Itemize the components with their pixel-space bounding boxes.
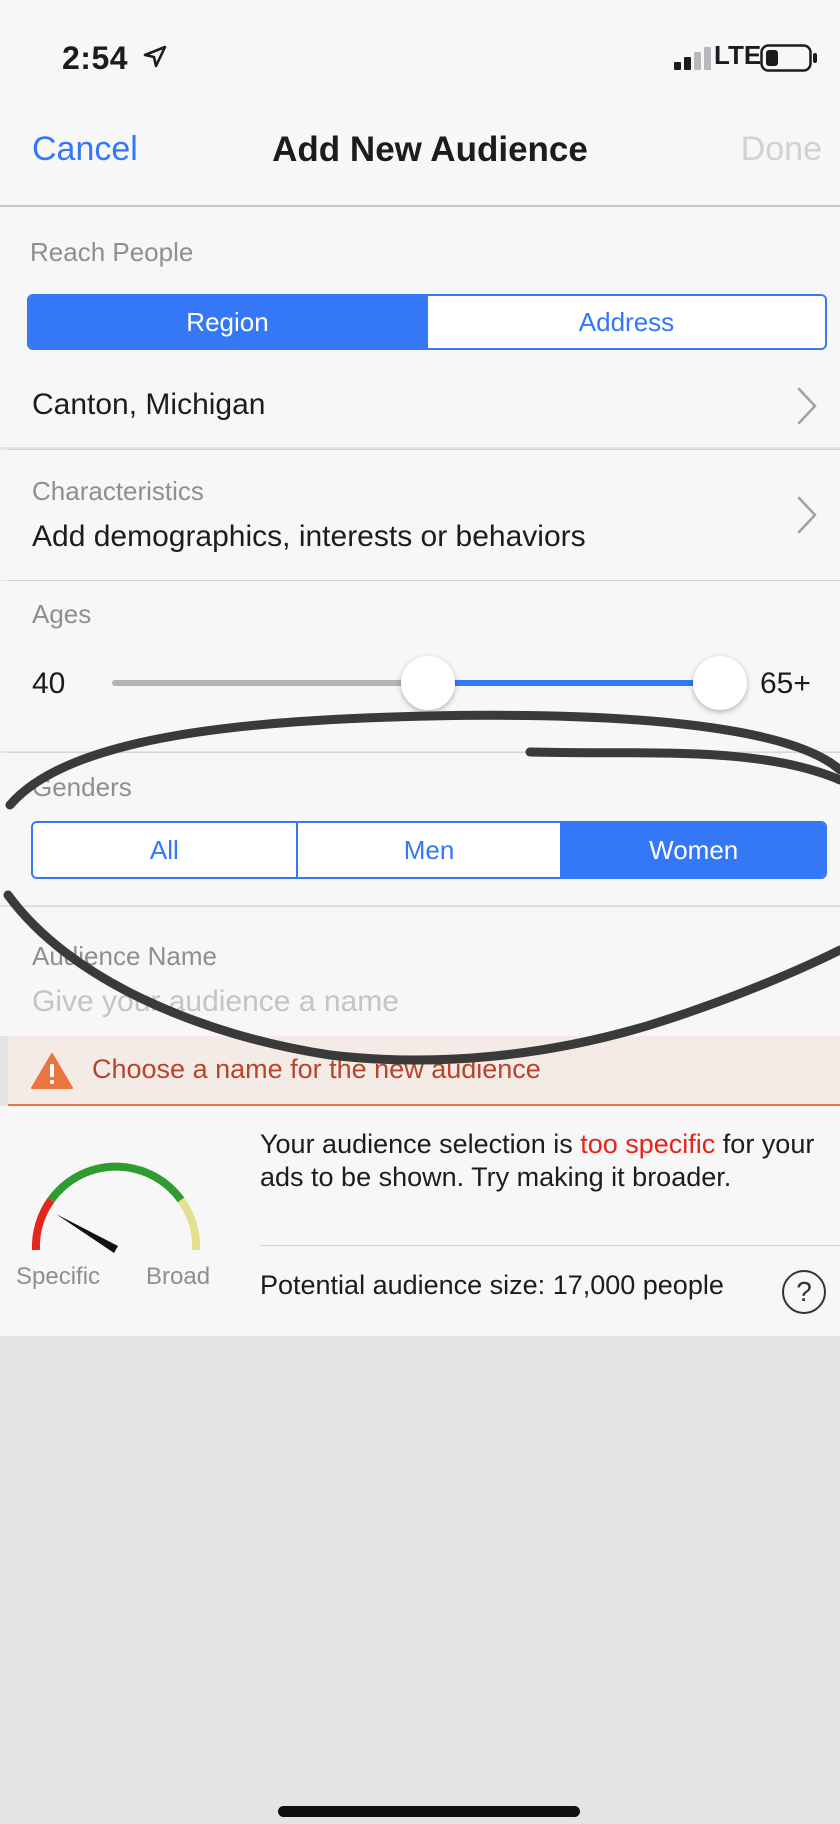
reach-segmented-control: Region Address bbox=[27, 294, 827, 350]
chevron-right-icon[interactable] bbox=[796, 386, 818, 426]
characteristics-value: Add demographics, interests or behaviors bbox=[32, 520, 586, 553]
gauge-broad-label: Broad bbox=[146, 1263, 211, 1290]
audience-name-input[interactable]: Give your audience a name bbox=[32, 985, 399, 1019]
reach-label: Reach People bbox=[30, 237, 194, 267]
characteristics-row[interactable]: Characteristics Add demographics, intere… bbox=[0, 450, 840, 580]
genders-section: Genders All Men Women bbox=[0, 753, 840, 905]
page-title: Add New Audience bbox=[272, 130, 588, 169]
help-icon[interactable]: ? bbox=[782, 1270, 826, 1314]
characteristics-label: Characteristics bbox=[32, 476, 204, 506]
slider-range[interactable] bbox=[430, 680, 710, 686]
location-arrow-icon bbox=[143, 45, 167, 68]
feedback-message: Your audience selection is too specific … bbox=[260, 1128, 840, 1194]
feedback-message-pre: Your audience selection is bbox=[260, 1129, 581, 1159]
screen: 2:54 LTE Cancel Add New Audience Done Re… bbox=[0, 0, 840, 1824]
warning-triangle-icon bbox=[31, 1053, 73, 1089]
top-bar: 2:54 LTE Cancel Add New Audience Done bbox=[0, 0, 840, 207]
feedback-message-highlight: too specific bbox=[580, 1129, 716, 1159]
battery-icon bbox=[760, 44, 817, 72]
genders-label: Genders bbox=[32, 772, 132, 802]
segment-address[interactable]: Address bbox=[426, 296, 825, 348]
location-value[interactable]: Canton, Michigan bbox=[32, 388, 265, 422]
ages-label: Ages bbox=[32, 599, 92, 629]
divider bbox=[260, 1245, 840, 1246]
age-min-value: 40 bbox=[32, 667, 66, 700]
age-max-value: 65+ bbox=[760, 667, 811, 700]
slider-track[interactable] bbox=[112, 680, 430, 686]
genders-segmented-control: All Men Women bbox=[31, 821, 827, 879]
audience-name-label: Audience Name bbox=[32, 941, 217, 971]
audience-gauge-icon bbox=[31, 1162, 201, 1253]
segment-women[interactable]: Women bbox=[560, 823, 825, 877]
network-type: LTE bbox=[714, 40, 762, 70]
status-time: 2:54 bbox=[62, 40, 129, 76]
segment-men[interactable]: Men bbox=[295, 823, 561, 877]
home-indicator bbox=[278, 1806, 580, 1817]
gauge-specific-label: Specific bbox=[16, 1263, 101, 1290]
slider-min-thumb[interactable] bbox=[401, 656, 455, 710]
warning-text: Choose a name for the new audience bbox=[92, 1054, 541, 1084]
signal-bars-icon bbox=[674, 47, 711, 70]
done-button[interactable]: Done bbox=[741, 130, 822, 169]
audience-size-text: Potential audience size: 17,000 people bbox=[260, 1270, 724, 1300]
reach-section: Reach People Region Address Canton, Mich… bbox=[0, 207, 840, 447]
segment-region[interactable]: Region bbox=[29, 296, 426, 348]
slider-max-thumb[interactable] bbox=[693, 656, 747, 710]
chevron-right-icon[interactable] bbox=[796, 495, 818, 535]
warning-banner: Choose a name for the new audience bbox=[8, 1036, 840, 1106]
segment-all[interactable]: All bbox=[33, 823, 296, 877]
